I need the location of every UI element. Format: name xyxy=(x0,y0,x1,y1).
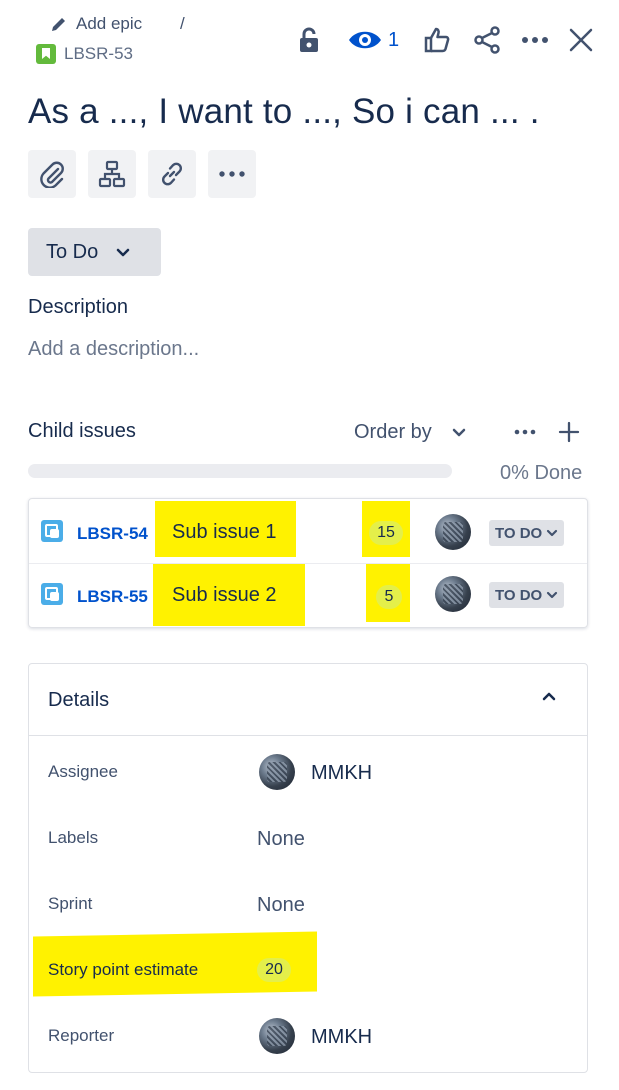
add-epic-label: Add epic xyxy=(76,14,143,33)
avatar[interactable] xyxy=(435,514,471,550)
sprint-value[interactable]: None xyxy=(257,894,305,917)
more-icon xyxy=(522,37,549,43)
status-dropdown[interactable]: To Do xyxy=(28,228,161,276)
subtask-icon xyxy=(41,520,63,542)
lock-button[interactable] xyxy=(290,22,328,58)
story-points-badge: 15 xyxy=(369,521,403,545)
child-issue-row[interactable]: LBSR-54 Sub issue 1 15 TO DO xyxy=(29,499,587,563)
share-icon xyxy=(474,26,500,54)
chevron-down-icon xyxy=(547,529,558,537)
eye-icon xyxy=(349,31,381,49)
reporter-label: Reporter xyxy=(48,1026,115,1045)
child-issues-heading: Child issues xyxy=(28,420,136,442)
chevron-down-icon xyxy=(117,248,130,256)
child-issue-key[interactable]: LBSR-55 xyxy=(77,587,148,607)
chevron-down-icon xyxy=(547,591,558,599)
details-header[interactable]: Details xyxy=(29,664,587,736)
thumbs-up-icon xyxy=(424,27,450,53)
chevron-up-icon xyxy=(542,692,556,701)
status-lozenge[interactable]: TO DO xyxy=(489,582,565,608)
plus-icon xyxy=(558,421,580,443)
assignee-value[interactable]: MMKH xyxy=(311,762,372,785)
close-icon xyxy=(569,28,593,52)
hierarchy-icon xyxy=(98,160,126,188)
child-progress-text: 0% Done xyxy=(500,462,583,484)
issue-title[interactable]: As a ..., I want to ..., So i can ... . xyxy=(28,92,540,132)
status-label: To Do xyxy=(46,240,99,263)
more-quick-actions-button[interactable] xyxy=(208,150,256,198)
close-button[interactable] xyxy=(569,22,593,58)
attach-button[interactable] xyxy=(28,150,76,198)
pencil-icon xyxy=(52,18,65,31)
subtask-icon xyxy=(41,583,63,605)
issue-toolbar: 1 xyxy=(290,22,593,58)
watch-button[interactable]: 1 xyxy=(348,22,399,58)
avatar[interactable] xyxy=(435,576,471,612)
story-icon xyxy=(36,44,56,64)
labels-label: Labels xyxy=(48,828,99,847)
child-issue-row[interactable]: LBSR-55 Sub issue 2 5 TO DO xyxy=(29,563,587,627)
more-icon xyxy=(219,171,245,177)
assignee-avatar[interactable] xyxy=(259,754,295,790)
quick-actions xyxy=(28,150,256,198)
lock-icon xyxy=(300,27,318,52)
order-by-label: Order by xyxy=(354,421,432,443)
chevron-down-icon xyxy=(452,428,466,437)
issue-key-link[interactable]: LBSR-53 xyxy=(36,44,133,64)
like-button[interactable] xyxy=(423,22,451,58)
story-points-badge: 5 xyxy=(376,585,402,609)
link-issue-button[interactable] xyxy=(148,150,196,198)
status-lozenge-label: TO DO xyxy=(495,524,543,542)
reporter-avatar[interactable] xyxy=(259,1018,295,1054)
labels-value[interactable]: None xyxy=(257,828,305,851)
order-by-dropdown[interactable]: Order by xyxy=(354,421,466,444)
create-child-button[interactable] xyxy=(88,150,136,198)
assignee-label: Assignee xyxy=(48,762,118,781)
paperclip-icon xyxy=(40,161,64,188)
child-issue-summary[interactable]: Sub issue 1 xyxy=(172,521,277,544)
description-heading: Description xyxy=(28,296,129,318)
watchers-count: 1 xyxy=(388,28,400,51)
more-icon xyxy=(514,429,536,435)
child-issue-summary[interactable]: Sub issue 2 xyxy=(172,584,277,607)
child-issue-key[interactable]: LBSR-54 xyxy=(77,524,148,544)
child-progress-bar xyxy=(28,464,452,478)
issue-key: LBSR-53 xyxy=(64,44,133,63)
sprint-label: Sprint xyxy=(48,894,93,913)
more-actions-button[interactable] xyxy=(521,22,549,58)
child-issues-list: LBSR-54 Sub issue 1 15 TO DO LBSR-55 Sub… xyxy=(28,498,588,628)
story-points-value[interactable]: 20 xyxy=(257,958,291,982)
add-child-issue-button[interactable] xyxy=(558,421,580,448)
details-title: Details xyxy=(48,689,110,711)
child-issues-more-button[interactable] xyxy=(514,422,536,447)
reporter-value[interactable]: MMKH xyxy=(311,1026,372,1049)
description-input[interactable]: Add a description... xyxy=(28,338,199,361)
add-epic-link[interactable]: Add epic xyxy=(50,14,142,34)
status-lozenge-label: TO DO xyxy=(495,586,543,604)
share-button[interactable] xyxy=(473,22,501,58)
breadcrumb-separator: / xyxy=(180,14,185,33)
story-points-label: Story point estimate xyxy=(48,960,199,979)
link-icon xyxy=(161,162,183,186)
status-lozenge[interactable]: TO DO xyxy=(489,520,565,546)
details-panel: Details Assignee MMKH Labels None Sprint… xyxy=(28,663,588,1073)
